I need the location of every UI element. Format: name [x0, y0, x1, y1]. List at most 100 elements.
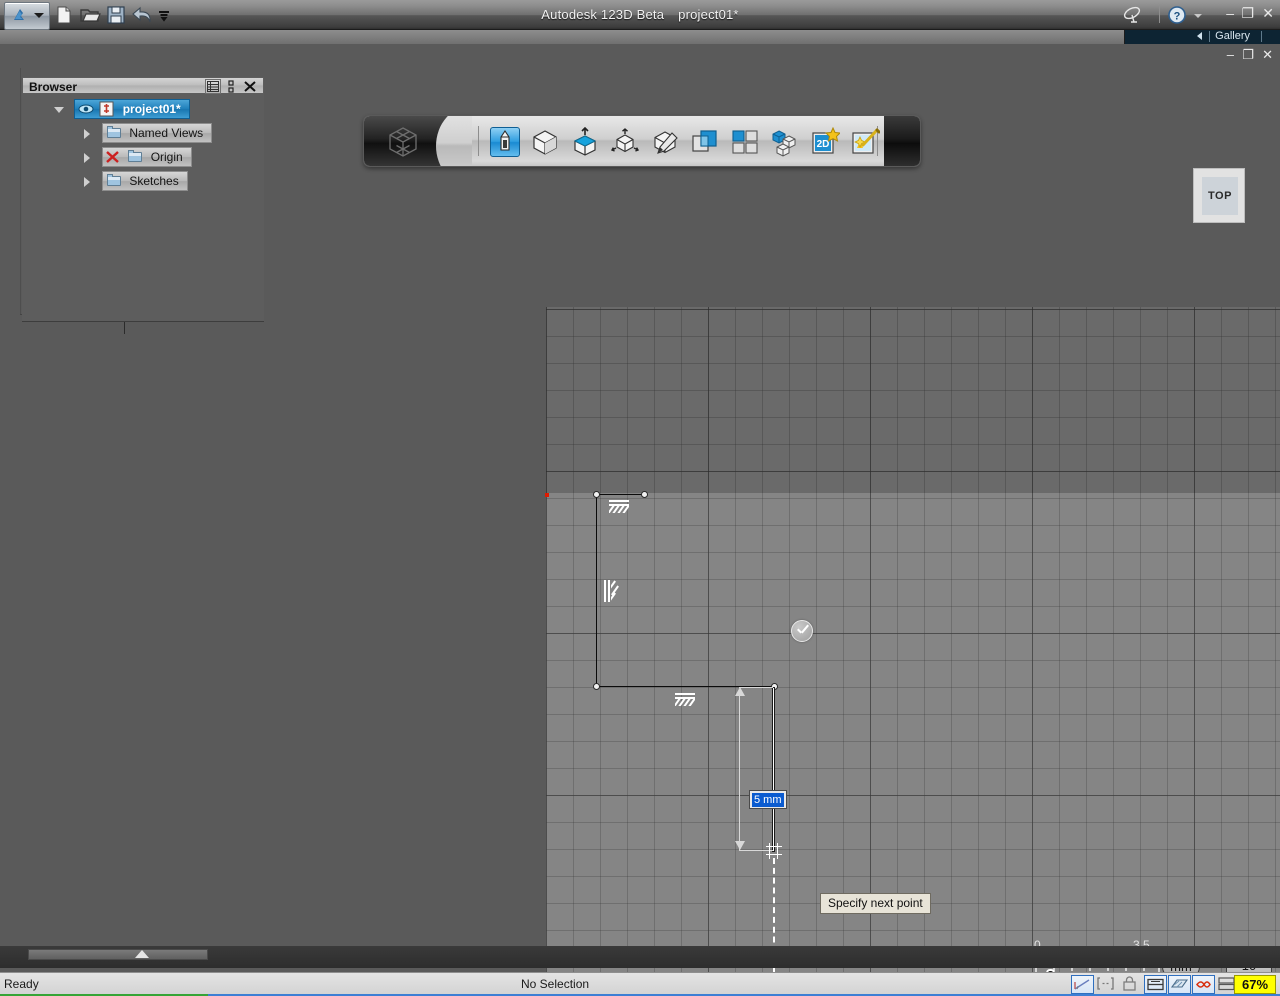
dimension-extension-top — [739, 687, 773, 688]
dock-expand-arrow-icon[interactable] — [135, 950, 149, 958]
toolbar-brand-cap — [364, 116, 472, 166]
cube-extrude-icon — [573, 126, 597, 156]
window-minimize-button[interactable]: – — [1226, 6, 1234, 20]
construct-tool-button[interactable] — [570, 126, 600, 157]
customize-quick-access-chevron-down-icon[interactable] — [156, 3, 172, 27]
undo-arrow-icon[interactable] — [130, 3, 154, 27]
window-close-button[interactable]: ✕ — [1262, 6, 1274, 20]
grid-list-icon[interactable] — [205, 79, 221, 94]
window-restore-button[interactable]: ❐ — [1241, 6, 1254, 20]
chevron-down-icon — [34, 13, 44, 18]
sidebar-item-label: project01* — [122, 102, 181, 116]
sketch-point-bottom-left[interactable] — [593, 683, 600, 690]
modify-tool-button[interactable] — [610, 127, 640, 157]
floppy-save-icon[interactable] — [104, 3, 128, 27]
dimension-value-input[interactable]: 5 mm — [749, 790, 787, 809]
sketch-tool-button[interactable] — [490, 127, 520, 157]
pattern-tool-button[interactable] — [650, 127, 680, 157]
help-dropdown-chevron-down-icon[interactable] — [1192, 9, 1204, 31]
sidebar-item-origin[interactable]: Origin — [102, 147, 192, 167]
svg-text:2D: 2D — [817, 139, 830, 150]
gallery-strip: Gallery — [0, 30, 1280, 44]
parallel-constraint-glyph — [604, 580, 619, 604]
eye-visibility-icon[interactable] — [77, 101, 95, 117]
new-file-icon[interactable] — [52, 3, 76, 27]
overlapping-squares-icon — [692, 130, 717, 152]
view-cube[interactable]: TOP — [1193, 168, 1245, 223]
dimension-value-text: 5 mm — [752, 793, 784, 807]
document-name: project01* — [678, 7, 739, 22]
view-cube-face-label[interactable]: TOP — [1202, 177, 1238, 215]
sketch-point-top-left[interactable] — [593, 491, 600, 498]
status-message: Ready — [4, 977, 39, 991]
angle-snap-icon — [1074, 979, 1090, 990]
satellite-dish-icon[interactable] — [1122, 4, 1144, 26]
document-restore-button[interactable]: ❐ — [1242, 48, 1254, 61]
tree-twisty-open-icon[interactable] — [54, 107, 64, 113]
horizontal-constraint-glyph — [609, 500, 629, 513]
browser-title-bar: Browser — [22, 77, 264, 94]
tree-twisty-collapsed-icon[interactable] — [84, 153, 90, 163]
pin-icon[interactable] — [223, 79, 239, 94]
zoom-level-badge[interactable]: 67% — [1234, 975, 1276, 994]
document-minimize-button[interactable]: – — [1227, 48, 1234, 61]
sidebar-item-label: Sketches — [129, 174, 179, 188]
sidebar-item-project01[interactable]: project01* — [74, 99, 190, 119]
pencil-sketch-icon — [500, 130, 510, 151]
accept-sketch-checkmark-circle-icon[interactable] — [791, 620, 813, 642]
application-menu-button[interactable] — [4, 2, 50, 30]
document-close-button[interactable]: ✕ — [1262, 48, 1273, 61]
browser-panel: Browser project01* Named Views Origin Sk… — [22, 77, 264, 322]
sketch-point-top-right[interactable] — [641, 491, 648, 498]
gallery-separator-right — [1261, 31, 1262, 42]
svg-text:?: ? — [1174, 11, 1181, 23]
sketch-line-left[interactable] — [596, 494, 597, 687]
open-folder-icon[interactable] — [78, 3, 102, 27]
grouping-tool-button[interactable] — [730, 127, 760, 157]
smart-tool-button[interactable] — [850, 127, 881, 157]
rubber-band-line — [772, 687, 775, 852]
assembly-tool-button[interactable] — [770, 127, 800, 157]
constraint-display-toggle[interactable] — [1144, 975, 1167, 994]
sketch-plane-icon — [1170, 979, 1189, 988]
toolbar-divider-left — [478, 126, 479, 156]
tree-twisty-collapsed-icon[interactable] — [84, 129, 90, 139]
primitives-tool-button[interactable] — [530, 127, 560, 157]
document-assembly-icon — [98, 101, 116, 117]
tree-twisty-collapsed-icon[interactable] — [84, 177, 90, 187]
twod-tool-button[interactable]: 2D — [810, 126, 842, 157]
browser-title-label: Browser — [29, 80, 78, 94]
2d-star-icon: 2D — [812, 126, 842, 154]
model-browser-tree: project01* Named Views Origin Sketches — [22, 95, 264, 321]
close-x-icon[interactable] — [242, 79, 258, 94]
horizontal-constraint-glyph-2 — [675, 693, 695, 706]
snap-to-grid-toggle[interactable] — [1071, 975, 1094, 994]
dimension-display-toggle[interactable] — [1095, 975, 1118, 994]
gallery-label[interactable]: Gallery — [1215, 30, 1250, 44]
hidden-red-x-icon[interactable] — [105, 149, 123, 165]
combine-tool-button[interactable] — [690, 127, 720, 157]
folder-icon — [105, 125, 123, 141]
status-bar: Ready No Selection 67% — [0, 972, 1280, 996]
dimension-line — [739, 692, 740, 850]
3d-viewport[interactable]: 5 mm Specify next point Browser project0… — [0, 68, 1280, 972]
cube-grid-logo-icon — [384, 126, 422, 161]
folder-icon — [105, 173, 123, 189]
application-name: Autodesk 123D Beta — [541, 7, 665, 22]
ribbon-tab-area — [0, 30, 1125, 44]
document-window-title-bar: – ❐ ✕ — [0, 44, 1280, 68]
dock-handle-slab[interactable] — [28, 949, 208, 960]
lock-toggle[interactable] — [1119, 975, 1142, 994]
relax-mode-toggle[interactable] — [1192, 975, 1215, 994]
sketch-plane-toggle[interactable] — [1168, 975, 1191, 994]
gallery-left-arrow-icon[interactable] — [1197, 32, 1202, 40]
sketch-line-top[interactable] — [596, 494, 644, 495]
cube-blocks-icon — [772, 130, 796, 157]
question-circle-icon[interactable]: ? — [1166, 4, 1188, 26]
sketch-grid — [546, 307, 1280, 972]
red-loop-icon — [1196, 981, 1211, 988]
sidebar-item-named-views[interactable]: Named Views — [102, 123, 213, 143]
command-tooltip: Specify next point — [820, 893, 931, 914]
sidebar-item-sketches[interactable]: Sketches — [102, 171, 188, 191]
padlock-icon — [1123, 976, 1136, 991]
